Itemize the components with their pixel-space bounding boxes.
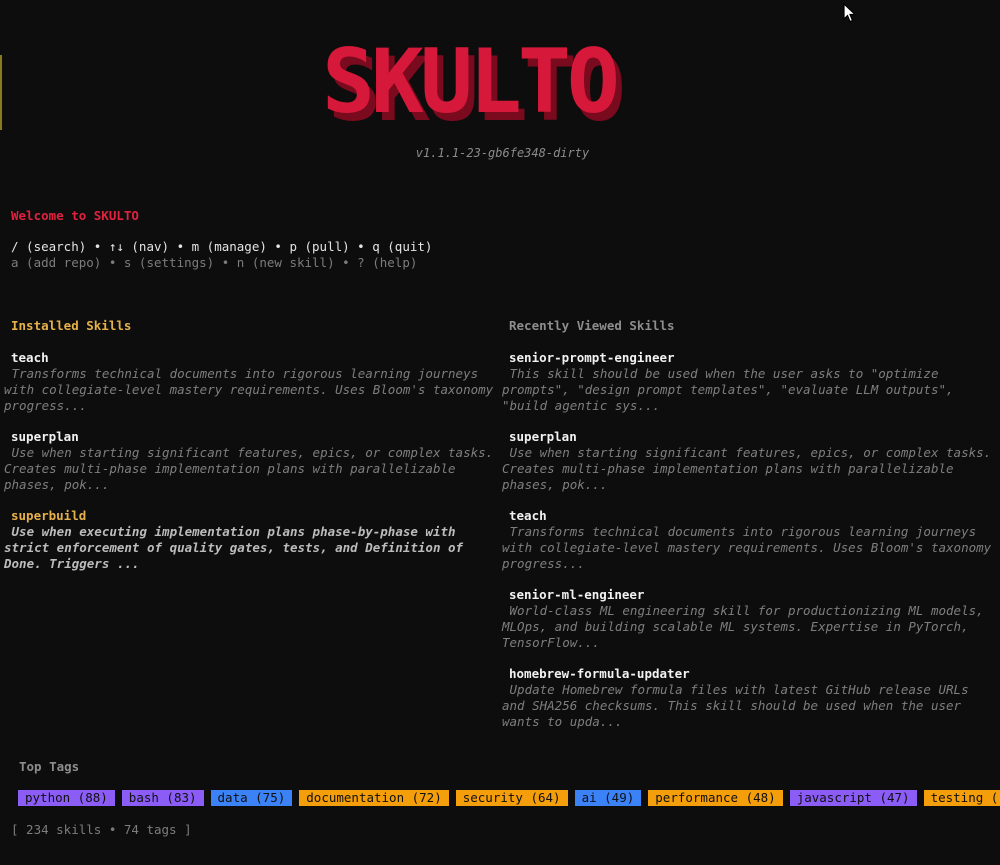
installed-skill-item[interactable]: teach Transforms technical documents int…: [4, 350, 499, 414]
status-bar: [ 234 skills • 74 tags ]: [11, 822, 192, 837]
tag-chip[interactable]: documentation (72): [299, 790, 449, 806]
installed-skills-title: Installed Skills: [11, 318, 132, 333]
version-label: v1.1.1-23-gb6fe348-dirty: [415, 146, 590, 160]
top-tags-list: python (88) bash (83) data (75) document…: [18, 790, 1000, 806]
installed-skills-panel: Installed Skills teach Transforms techni…: [4, 318, 499, 587]
tag-chip[interactable]: data (75): [210, 790, 293, 806]
skill-description: Transforms technical documents into rigo…: [4, 366, 494, 413]
skill-name: teach: [509, 508, 547, 523]
skill-name: superplan: [509, 429, 577, 444]
skill-name: senior-prompt-engineer: [509, 350, 675, 365]
tag-chip[interactable]: performance (48): [648, 790, 783, 806]
tag-chip[interactable]: bash (83): [121, 790, 204, 806]
skill-name: teach: [11, 350, 49, 365]
skill-description: Use when starting significant features, …: [4, 445, 494, 492]
skill-description: Update Homebrew formula files with lates…: [502, 682, 969, 729]
window-edge-marker: [0, 55, 2, 130]
tag-chip[interactable]: ai (49): [574, 790, 642, 806]
recent-skill-item[interactable]: superplan Use when starting significant …: [502, 429, 997, 493]
installed-skill-item-selected[interactable]: superbuild Use when executing implementa…: [4, 508, 499, 572]
recent-skill-item[interactable]: homebrew-formula-updater Update Homebrew…: [502, 666, 997, 730]
installed-skill-item[interactable]: superplan Use when starting significant …: [4, 429, 499, 493]
top-tags-title: Top Tags: [19, 759, 80, 774]
tag-chip[interactable]: python (88): [18, 790, 115, 806]
skill-description: This skill should be used when the user …: [502, 366, 954, 413]
skill-description: Use when executing implementation plans …: [4, 524, 464, 571]
secondary-keybindings: a (add repo) • s (settings) • n (new ski…: [11, 255, 418, 270]
skill-description: Use when starting significant features, …: [502, 445, 992, 492]
tag-chip[interactable]: javascript (47): [789, 790, 917, 806]
tag-chip[interactable]: security (64): [455, 790, 568, 806]
skill-name: homebrew-formula-updater: [509, 666, 690, 681]
recent-skills-panel: Recently Viewed Skills senior-prompt-eng…: [502, 318, 997, 745]
skill-description: World-class ML engineering skill for pro…: [502, 603, 984, 650]
recent-skill-item[interactable]: senior-ml-engineer World-class ML engine…: [502, 587, 997, 651]
welcome-title: Welcome to SKULTO: [11, 208, 139, 223]
skill-description: Transforms technical documents into rigo…: [502, 524, 992, 571]
primary-keybindings: / (search) • ↑↓ (nav) • m (manage) • p (…: [11, 239, 433, 254]
skill-name: senior-ml-engineer: [509, 587, 645, 602]
logo-text: SKULTO: [322, 30, 617, 130]
mouse-pointer-icon: [843, 3, 857, 23]
skill-name: superbuild: [11, 508, 87, 523]
recent-skill-item[interactable]: senior-prompt-engineer This skill should…: [502, 350, 997, 414]
skill-name: superplan: [11, 429, 79, 444]
recent-skill-item[interactable]: teach Transforms technical documents int…: [502, 508, 997, 572]
tag-chip[interactable]: testing (: [923, 790, 1000, 806]
recent-skills-title: Recently Viewed Skills: [509, 318, 675, 333]
skulto-logo: SKULTO SKULTO: [322, 30, 627, 130]
